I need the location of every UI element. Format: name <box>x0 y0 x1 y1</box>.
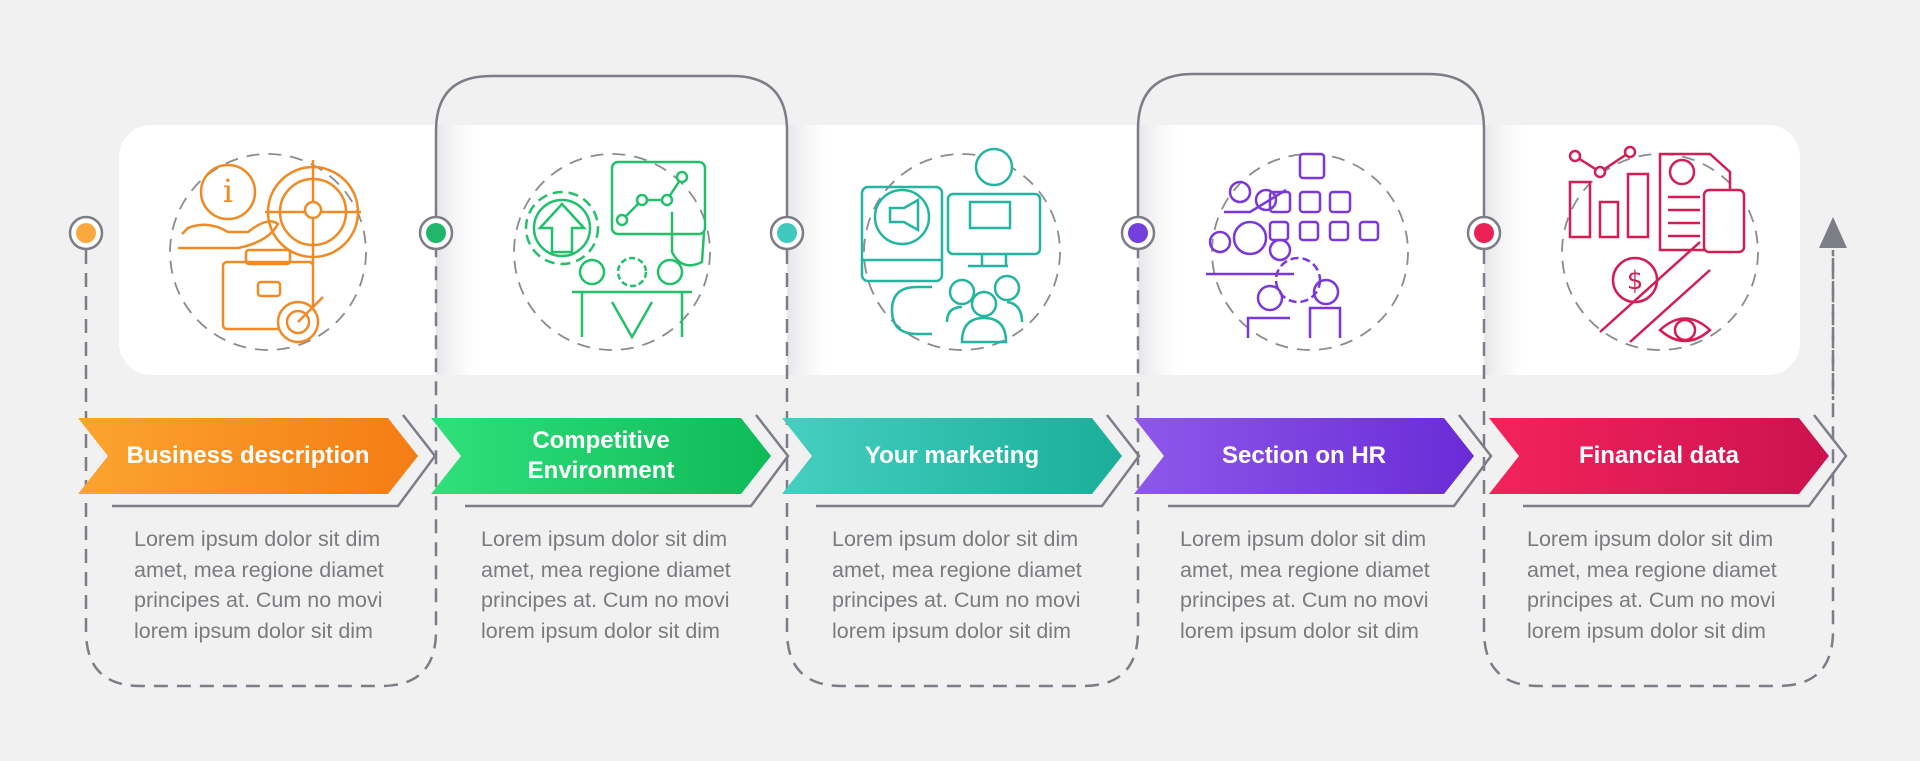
description-line: amet, mea regione diamet <box>1180 557 1430 582</box>
step-title-line: Business description <box>126 442 370 469</box>
description-line: Lorem ipsum dolor sit dim <box>134 527 381 551</box>
step-title-line: Section on HR <box>1221 442 1386 469</box>
step-marker-dot <box>418 215 454 251</box>
step-title: Financial data <box>1529 418 1789 494</box>
card-divider-shadow <box>787 125 837 375</box>
step-title: Competitive Environment <box>471 418 731 494</box>
description-line: lorem ipsum dolor sit dim <box>481 618 720 643</box>
description-line: amet, mea regione diamet <box>481 557 731 582</box>
description-line: lorem ipsum dolor sit dim <box>1180 618 1419 643</box>
description-line: principes at. Cum no movi <box>832 588 1081 612</box>
step-description: Lorem ipsum dolor sit dim amet, mea regio… <box>1180 524 1460 646</box>
description-line: principes at. Cum no movi <box>481 588 730 612</box>
step-title-line: Competitive <box>532 427 670 454</box>
card-divider-shadow <box>1484 125 1534 375</box>
description-line: amet, mea regione diamet <box>134 557 384 582</box>
description-line: Lorem ipsum dolor sit dim <box>481 527 728 551</box>
step-marker-dot <box>1120 215 1156 251</box>
description-line: lorem ipsum dolor sit dim <box>134 618 373 643</box>
description-line: principes at. Cum no movi <box>1527 588 1776 612</box>
description-line: Lorem ipsum dolor sit dim <box>1180 527 1427 551</box>
step-description: Lorem ipsum dolor sit dim amet, mea regio… <box>481 524 761 646</box>
description-line: lorem ipsum dolor sit dim <box>1527 618 1766 643</box>
description-line: principes at. Cum no movi <box>1180 588 1429 612</box>
step-title: Business description <box>118 418 378 494</box>
description-line: amet, mea regione diamet <box>1527 557 1777 582</box>
description-line: amet, mea regione diamet <box>832 557 1082 582</box>
card-divider-shadow <box>436 125 486 375</box>
step-title: Section on HR <box>1174 418 1434 494</box>
svg-text:i: i <box>223 172 233 210</box>
step-marker-dot <box>68 215 104 251</box>
step-marker-dot <box>1466 215 1502 251</box>
step-title-line: Your marketing <box>864 442 1040 469</box>
description-line: principes at. Cum no movi <box>134 588 383 612</box>
step-title-line: Financial data <box>1578 442 1740 469</box>
svg-text:$: $ <box>1627 266 1644 296</box>
step-marker-dot <box>769 215 805 251</box>
step-description: Lorem ipsum dolor sit dim amet, mea regio… <box>1527 524 1807 646</box>
step-description: Lorem ipsum dolor sit dim amet, mea regio… <box>832 524 1112 646</box>
step-title: Your marketing <box>822 418 1082 494</box>
step-title-line: Environment <box>527 457 675 484</box>
step-description: Lorem ipsum dolor sit dim amet, mea regio… <box>134 524 414 646</box>
icon-card-band <box>119 125 1800 375</box>
infographic-diagram: i$ <box>68 72 1848 688</box>
card-divider-shadow <box>1138 125 1188 375</box>
description-line: Lorem ipsum dolor sit dim <box>1527 527 1774 551</box>
up-arrow-icon <box>1819 217 1847 248</box>
description-line: Lorem ipsum dolor sit dim <box>832 527 1079 551</box>
description-line: lorem ipsum dolor sit dim <box>832 618 1071 643</box>
